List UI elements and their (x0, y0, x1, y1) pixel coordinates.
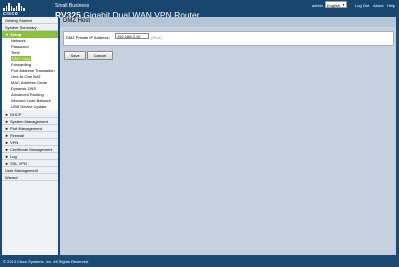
sidebar-item-firewall[interactable]: ► Firewall (2, 132, 58, 139)
sidebar-item-user-management[interactable]: User Management (2, 167, 58, 174)
sidebar-item-log[interactable]: ► Log (2, 153, 58, 160)
cisco-logo: cisco (3, 3, 25, 17)
sidebar-item-system-summary[interactable]: System Summary (2, 24, 58, 31)
sidebar-item-setup[interactable]: ▼ Setup (2, 31, 58, 38)
sidebar-item-wizard[interactable]: Wizard (2, 174, 58, 181)
dmz-ip-input[interactable]: 192.168.0.10 (115, 33, 149, 39)
help-link[interactable]: Help (387, 3, 395, 8)
page-title: DMZ Host (63, 18, 90, 24)
sidebar-item-system-management[interactable]: ► System Management (2, 118, 58, 125)
sidebar-item-vpn[interactable]: ► VPN (2, 139, 58, 146)
copyright-footer: © 2013 Cisco Systems, Inc. All Rights Re… (3, 259, 90, 264)
settings-panel (63, 31, 394, 46)
page-title-bar: DMZ Host (60, 17, 396, 27)
brand-subtitle: Small Business (55, 3, 90, 9)
sidebar: Getting Started System Summary ▼ Setup N… (2, 17, 58, 255)
save-button[interactable]: Save (64, 51, 86, 60)
sidebar-item-certificate-management[interactable]: ► Certificate Management (2, 146, 58, 153)
sidebar-item-dmz-host-label: DMZ Host (11, 56, 31, 61)
sidebar-item-port-management[interactable]: ► Port Management (2, 125, 58, 132)
user-label: admin (312, 3, 323, 8)
chevron-down-icon: ▼ (342, 3, 345, 7)
dmz-ip-label: DMZ Private IP Address: (66, 35, 110, 40)
sidebar-item-usb-device-update[interactable]: USB Device Update (2, 104, 58, 110)
main-content: DMZ Host DMZ Private IP Address: 192.168… (60, 17, 396, 255)
about-link[interactable]: About (373, 3, 383, 8)
logout-link[interactable]: Log Out (355, 3, 369, 8)
sidebar-item-getting-started[interactable]: Getting Started (2, 17, 58, 24)
cancel-button[interactable]: Cancel (87, 51, 113, 60)
language-select[interactable]: English ▼ (325, 1, 347, 8)
ipv4-hint: (IPv4) (151, 35, 162, 40)
sidebar-item-ssl-vpn[interactable]: ► SSL VPN (2, 160, 58, 167)
language-value: English (327, 3, 341, 8)
sidebar-item-dhcp[interactable]: ► DHCP (2, 111, 58, 118)
